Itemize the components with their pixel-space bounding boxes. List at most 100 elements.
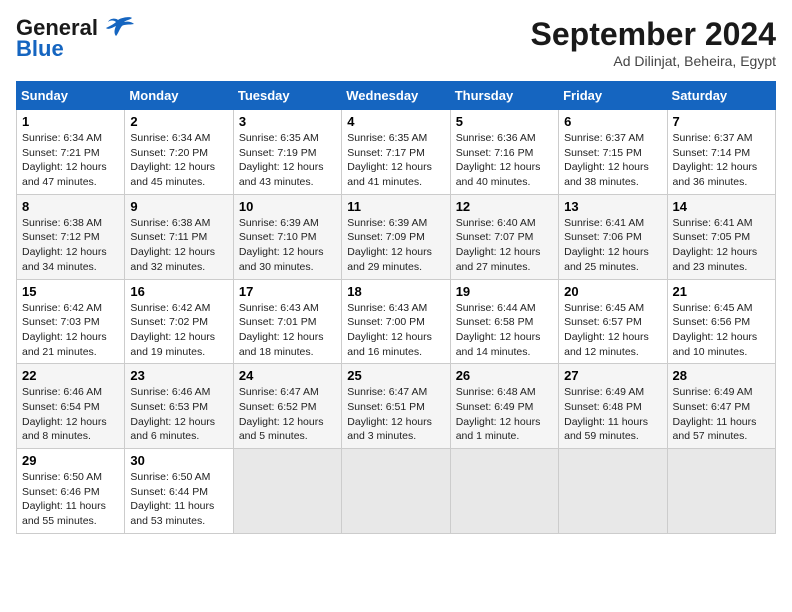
calendar-cell: 3Sunrise: 6:35 AMSunset: 7:19 PMDaylight…	[233, 110, 341, 195]
calendar-cell: 22Sunrise: 6:46 AMSunset: 6:54 PMDayligh…	[17, 364, 125, 449]
title-block: September 2024 Ad Dilinjat, Beheira, Egy…	[531, 16, 776, 69]
calendar-cell: 14 Sunrise: 6:41 AMSunset: 7:05 PMDayligh…	[667, 194, 775, 279]
day-info: Sunrise: 6:38 AMSunset: 7:11 PMDaylight:…	[130, 216, 227, 275]
day-info: Sunrise: 6:41 AMSunset: 7:05 PMDaylight:…	[673, 216, 770, 275]
calendar-table: SundayMondayTuesdayWednesdayThursdayFrid…	[16, 81, 776, 534]
day-info: Sunrise: 6:47 AMSunset: 6:52 PMDaylight:…	[239, 385, 336, 444]
day-number: 7	[673, 114, 770, 129]
day-number: 9	[130, 199, 227, 214]
month-title: September 2024	[531, 16, 776, 53]
calendar-cell: 12 Sunrise: 6:40 AMSunset: 7:07 PMDayligh…	[450, 194, 558, 279]
day-info: Sunrise: 6:45 AMSunset: 6:57 PMDaylight:…	[564, 301, 661, 360]
calendar-cell: 16Sunrise: 6:42 AMSunset: 7:02 PMDayligh…	[125, 279, 233, 364]
day-number: 12	[456, 199, 553, 214]
calendar-cell	[342, 449, 450, 534]
day-of-week-header: Tuesday	[233, 82, 341, 110]
calendar-cell: 25Sunrise: 6:47 AMSunset: 6:51 PMDayligh…	[342, 364, 450, 449]
day-info: Sunrise: 6:43 AMSunset: 7:01 PMDaylight:…	[239, 301, 336, 360]
day-number: 29	[22, 453, 119, 468]
calendar-cell: 20Sunrise: 6:45 AMSunset: 6:57 PMDayligh…	[559, 279, 667, 364]
day-info: Sunrise: 6:35 AMSunset: 7:17 PMDaylight:…	[347, 131, 444, 190]
day-info: Sunrise: 6:49 AMSunset: 6:47 PMDaylight:…	[673, 385, 770, 444]
day-info: Sunrise: 6:49 AMSunset: 6:48 PMDaylight:…	[564, 385, 661, 444]
day-info: Sunrise: 6:39 AMSunset: 7:09 PMDaylight:…	[347, 216, 444, 275]
day-info: Sunrise: 6:47 AMSunset: 6:51 PMDaylight:…	[347, 385, 444, 444]
calendar-cell: 27 Sunrise: 6:49 AMSunset: 6:48 PMDayligh…	[559, 364, 667, 449]
day-info: Sunrise: 6:34 AMSunset: 7:21 PMDaylight:…	[22, 131, 119, 190]
calendar-cell: 17 Sunrise: 6:43 AMSunset: 7:01 PMDayligh…	[233, 279, 341, 364]
day-info: Sunrise: 6:50 AMSunset: 6:44 PMDaylight:…	[130, 470, 227, 529]
page-header: General Blue September 2024 Ad Dilinjat,…	[16, 16, 776, 69]
day-number: 28	[673, 368, 770, 383]
calendar-cell: 30 Sunrise: 6:50 AMSunset: 6:44 PMDayligh…	[125, 449, 233, 534]
day-info: Sunrise: 6:50 AMSunset: 6:46 PMDaylight:…	[22, 470, 119, 529]
day-number: 24	[239, 368, 336, 383]
calendar-cell	[450, 449, 558, 534]
calendar-week-row: 22Sunrise: 6:46 AMSunset: 6:54 PMDayligh…	[17, 364, 776, 449]
calendar-cell: 21Sunrise: 6:45 AMSunset: 6:56 PMDayligh…	[667, 279, 775, 364]
day-info: Sunrise: 6:43 AMSunset: 7:00 PMDaylight:…	[347, 301, 444, 360]
day-info: Sunrise: 6:46 AMSunset: 6:53 PMDaylight:…	[130, 385, 227, 444]
logo-blue-text: Blue	[16, 38, 64, 60]
day-of-week-header: Thursday	[450, 82, 558, 110]
day-info: Sunrise: 6:48 AMSunset: 6:49 PMDaylight:…	[456, 385, 553, 444]
day-info: Sunrise: 6:45 AMSunset: 6:56 PMDaylight:…	[673, 301, 770, 360]
day-number: 2	[130, 114, 227, 129]
day-number: 11	[347, 199, 444, 214]
day-number: 16	[130, 284, 227, 299]
day-number: 18	[347, 284, 444, 299]
day-number: 15	[22, 284, 119, 299]
calendar-cell: 1 Sunrise: 6:34 AMSunset: 7:21 PMDaylight…	[17, 110, 125, 195]
calendar-cell: 6 Sunrise: 6:37 AMSunset: 7:15 PMDaylight…	[559, 110, 667, 195]
day-info: Sunrise: 6:41 AMSunset: 7:06 PMDaylight:…	[564, 216, 661, 275]
day-number: 30	[130, 453, 227, 468]
day-number: 19	[456, 284, 553, 299]
day-info: Sunrise: 6:34 AMSunset: 7:20 PMDaylight:…	[130, 131, 227, 190]
day-of-week-header: Sunday	[17, 82, 125, 110]
day-number: 17	[239, 284, 336, 299]
calendar-cell: 26 Sunrise: 6:48 AMSunset: 6:49 PMDayligh…	[450, 364, 558, 449]
day-number: 22	[22, 368, 119, 383]
day-of-week-header: Wednesday	[342, 82, 450, 110]
day-number: 13	[564, 199, 661, 214]
day-of-week-header: Friday	[559, 82, 667, 110]
calendar-header-row: SundayMondayTuesdayWednesdayThursdayFrid…	[17, 82, 776, 110]
day-info: Sunrise: 6:35 AMSunset: 7:19 PMDaylight:…	[239, 131, 336, 190]
day-info: Sunrise: 6:44 AMSunset: 6:58 PMDaylight:…	[456, 301, 553, 360]
calendar-cell: 15Sunrise: 6:42 AMSunset: 7:03 PMDayligh…	[17, 279, 125, 364]
day-number: 10	[239, 199, 336, 214]
day-number: 8	[22, 199, 119, 214]
day-number: 4	[347, 114, 444, 129]
day-number: 26	[456, 368, 553, 383]
calendar-cell: 10 Sunrise: 6:39 AMSunset: 7:10 PMDayligh…	[233, 194, 341, 279]
day-number: 5	[456, 114, 553, 129]
calendar-cell: 23 Sunrise: 6:46 AMSunset: 6:53 PMDayligh…	[125, 364, 233, 449]
calendar-cell: 28 Sunrise: 6:49 AMSunset: 6:47 PMDayligh…	[667, 364, 775, 449]
day-info: Sunrise: 6:37 AMSunset: 7:14 PMDaylight:…	[673, 131, 770, 190]
day-number: 6	[564, 114, 661, 129]
logo: General Blue	[16, 16, 134, 60]
calendar-cell: 9 Sunrise: 6:38 AMSunset: 7:11 PMDaylight…	[125, 194, 233, 279]
calendar-cell: 13 Sunrise: 6:41 AMSunset: 7:06 PMDayligh…	[559, 194, 667, 279]
calendar-cell: 18 Sunrise: 6:43 AMSunset: 7:00 PMDayligh…	[342, 279, 450, 364]
calendar-cell: 5Sunrise: 6:36 AMSunset: 7:16 PMDaylight…	[450, 110, 558, 195]
calendar-week-row: 1 Sunrise: 6:34 AMSunset: 7:21 PMDaylight…	[17, 110, 776, 195]
calendar-cell: 4 Sunrise: 6:35 AMSunset: 7:17 PMDaylight…	[342, 110, 450, 195]
calendar-cell: 24 Sunrise: 6:47 AMSunset: 6:52 PMDayligh…	[233, 364, 341, 449]
calendar-cell	[667, 449, 775, 534]
day-info: Sunrise: 6:39 AMSunset: 7:10 PMDaylight:…	[239, 216, 336, 275]
day-info: Sunrise: 6:38 AMSunset: 7:12 PMDaylight:…	[22, 216, 119, 275]
day-number: 27	[564, 368, 661, 383]
day-number: 1	[22, 114, 119, 129]
calendar-cell	[233, 449, 341, 534]
day-of-week-header: Saturday	[667, 82, 775, 110]
calendar-cell: 19 Sunrise: 6:44 AMSunset: 6:58 PMDayligh…	[450, 279, 558, 364]
day-info: Sunrise: 6:40 AMSunset: 7:07 PMDaylight:…	[456, 216, 553, 275]
day-number: 14	[673, 199, 770, 214]
day-number: 23	[130, 368, 227, 383]
day-info: Sunrise: 6:37 AMSunset: 7:15 PMDaylight:…	[564, 131, 661, 190]
calendar-week-row: 15Sunrise: 6:42 AMSunset: 7:03 PMDayligh…	[17, 279, 776, 364]
calendar-week-row: 29 Sunrise: 6:50 AMSunset: 6:46 PMDayligh…	[17, 449, 776, 534]
calendar-cell: 7 Sunrise: 6:37 AMSunset: 7:14 PMDaylight…	[667, 110, 775, 195]
day-of-week-header: Monday	[125, 82, 233, 110]
